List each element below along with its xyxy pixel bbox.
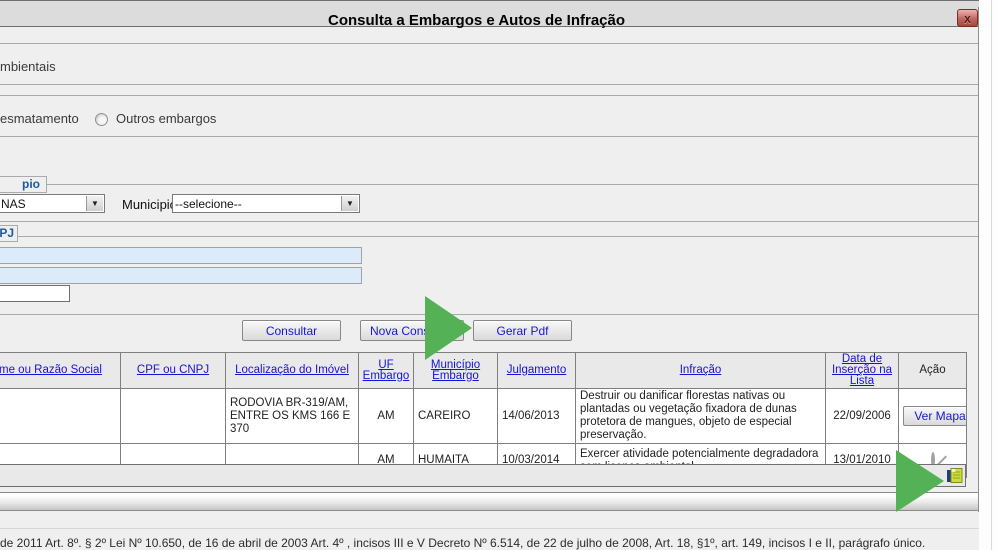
- pointer-arrow-icon: [425, 296, 472, 360]
- gerar-pdf-button[interactable]: Gerar Pdf: [473, 320, 572, 341]
- ver-mapa-button[interactable]: Ver Mapa: [903, 406, 967, 426]
- panel-embargos-ambientais: [0, 43, 979, 85]
- divider: [0, 528, 979, 529]
- legal-footnote: de 2011 Art. 8º. § 2º Lei Nº 10.650, de …: [0, 536, 925, 550]
- fieldset-cpf-cnpj-legend: PJ: [0, 225, 18, 242]
- table-footer-bar: [0, 464, 966, 487]
- window-right-border: [978, 7, 979, 512]
- outros-embargos-radio-label: Outros embargos: [116, 111, 216, 126]
- pointer-arrow-icon: [896, 450, 944, 512]
- sort-municipio-embargo[interactable]: Município Embargo: [431, 359, 480, 382]
- cell-uf: AM: [359, 389, 414, 444]
- window-right-margin: [979, 0, 996, 550]
- close-icon: X: [964, 15, 971, 26]
- cell-municipio: CAREIRO: [414, 389, 498, 444]
- sort-uf-embargo[interactable]: UF Embargo: [363, 359, 410, 382]
- municipio-select-value: --selecione--: [175, 197, 242, 211]
- sort-data-insercao[interactable]: Data de Inserção na Lista: [832, 353, 892, 387]
- cell-cpf: [121, 389, 226, 444]
- chevron-down-icon: ▼: [86, 196, 103, 211]
- uf-select-value: NAS: [1, 197, 26, 211]
- sort-nome-razao-social[interactable]: me ou Razão Social: [0, 364, 102, 376]
- cell-localizacao: RODOVIA BR-319/AM, ENTRE OS KMS 166 E 37…: [226, 389, 359, 444]
- chevron-down-icon: ▼: [341, 196, 358, 211]
- cpf-cnpj-input[interactable]: [0, 267, 362, 284]
- sort-julgamento[interactable]: Julgamento: [507, 364, 566, 376]
- desmatamento-radio-label: esmatamento: [0, 111, 79, 126]
- nome-razao-social-input[interactable]: [0, 247, 362, 264]
- municipio-select[interactable]: --selecione-- ▼: [172, 194, 360, 213]
- header-acao: Ação: [919, 364, 945, 376]
- sort-infracao[interactable]: Infração: [680, 364, 722, 376]
- window-outer-border: [991, 0, 992, 550]
- sort-localizacao-imovel[interactable]: Localização do Imóvel: [235, 364, 349, 376]
- cell-nome: [0, 389, 121, 444]
- excel-export-icon[interactable]: [946, 467, 963, 484]
- outros-embargos-radio[interactable]: [95, 113, 108, 126]
- cell-acao: Ver Mapa: [899, 389, 967, 444]
- filtro-complementar-input[interactable]: [0, 285, 70, 302]
- embargos-ambientais-label: mbientais: [0, 59, 56, 74]
- uf-select[interactable]: NAS ▼: [0, 194, 105, 213]
- consultar-button[interactable]: Consultar: [242, 320, 341, 341]
- embargos-consulta-window: Consulta a Embargos e Autos de Infração …: [0, 0, 996, 550]
- window-bottom-bar: [0, 492, 980, 511]
- cell-data-insercao: 22/09/2006: [826, 389, 899, 444]
- resultados-table: me ou Razão Social CPF ou CNPJ Localizaç…: [0, 352, 967, 478]
- cell-infracao: Destruir ou danificar florestas nativas …: [576, 389, 826, 444]
- fieldset-uf-municipio-legend: pio: [0, 176, 47, 193]
- cell-julgamento: 14/06/2013: [498, 389, 576, 444]
- table-row: RODOVIA BR-319/AM, ENTRE OS KMS 166 E 37…: [0, 389, 967, 444]
- table-header-row: me ou Razão Social CPF ou CNPJ Localizaç…: [0, 353, 967, 389]
- sort-cpf-cnpj[interactable]: CPF ou CNPJ: [137, 364, 209, 376]
- page-title: Consulta a Embargos e Autos de Infração: [328, 12, 625, 29]
- close-button[interactable]: X: [957, 9, 978, 27]
